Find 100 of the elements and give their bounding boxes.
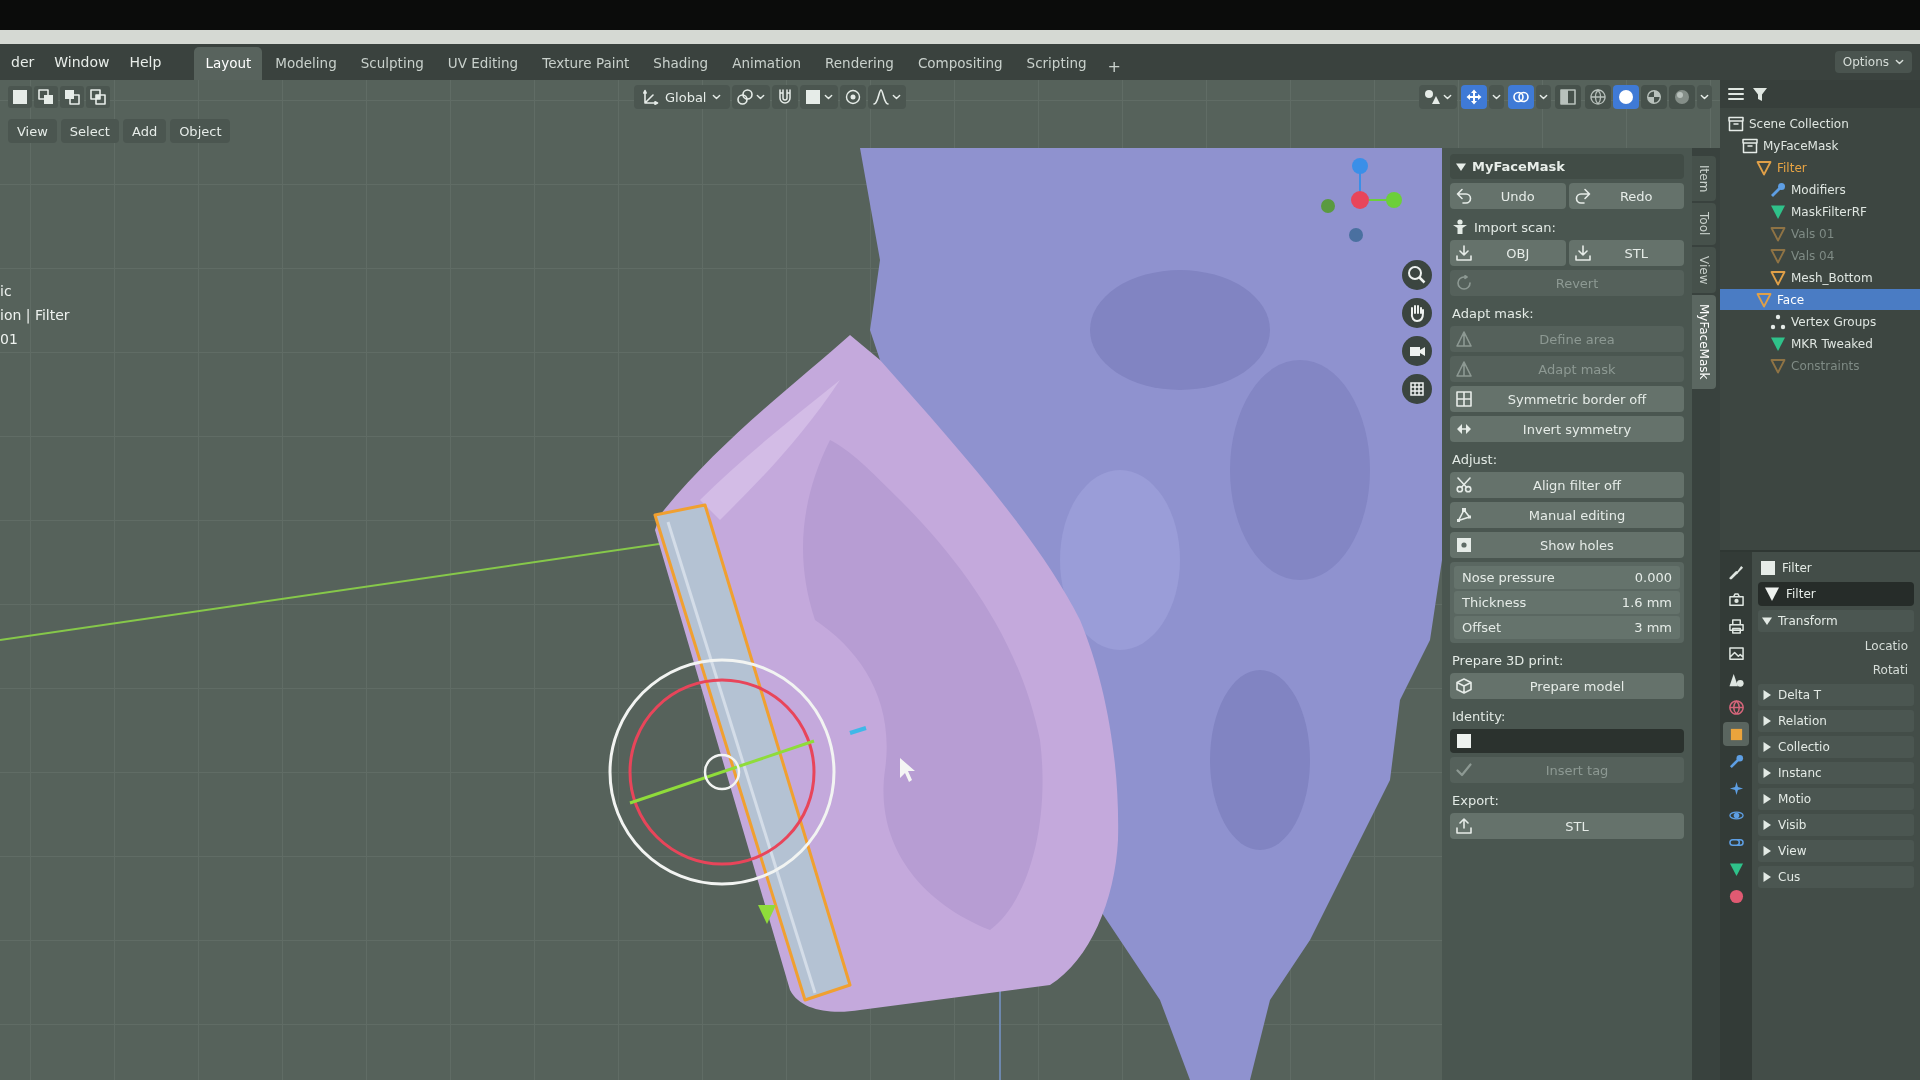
panel-header[interactable]: MyFaceMask [1450, 154, 1684, 179]
funnel-icon[interactable] [1752, 86, 1768, 102]
workspace-tab[interactable]: Modeling [264, 47, 348, 80]
panel-header[interactable]: Collectio [1758, 736, 1914, 758]
panel-header[interactable]: Motio [1758, 788, 1914, 810]
panel-button[interactable]: STL [1450, 813, 1684, 839]
overlay-toggle[interactable] [1508, 85, 1534, 109]
workspace-tab[interactable]: Scripting [1015, 47, 1098, 80]
outliner-item[interactable]: MKR Tweaked [1770, 333, 1879, 354]
disclosure-triangle-icon[interactable] [1762, 872, 1772, 882]
panel-button[interactable]: Show holes [1450, 532, 1684, 558]
panel-button[interactable]: Align filter off [1450, 472, 1684, 498]
panel-header[interactable]: Instanc [1758, 762, 1914, 784]
pivot-dropdown[interactable] [732, 85, 771, 109]
workspace-tab[interactable]: Rendering [814, 47, 905, 80]
disclosure-triangle-icon[interactable] [1762, 716, 1772, 726]
wrench-icon [1770, 181, 1786, 198]
visibility-dropdown[interactable] [1419, 85, 1457, 109]
outliner-item[interactable]: Vertex Groups [1770, 311, 1883, 332]
sidebar-tab[interactable]: Tool [1692, 203, 1716, 245]
disclosure-triangle-icon[interactable] [1762, 690, 1772, 700]
orientation-dropdown[interactable]: Global [634, 85, 731, 109]
shading-mode-button[interactable] [1585, 85, 1611, 109]
outliner-item[interactable]: MyFaceMask [1742, 135, 1845, 156]
workspace-tab[interactable]: Animation [721, 47, 812, 80]
panel-header[interactable]: View [1758, 840, 1914, 862]
panel-header[interactable]: Transform [1758, 610, 1914, 632]
outliner-item[interactable]: Mesh_Bottom [1770, 267, 1879, 288]
workspace-tab[interactable]: Compositing [906, 47, 1014, 80]
disclosure-triangle-icon[interactable] [1762, 616, 1772, 626]
rotate-gizmo[interactable] [608, 658, 836, 886]
squares-icon[interactable] [60, 86, 84, 108]
panel-button[interactable]: Manual editing [1450, 502, 1684, 528]
options-dropdown[interactable]: Options [1834, 51, 1912, 73]
disclosure-triangle-icon[interactable] [1762, 742, 1772, 752]
snap-toggle[interactable] [772, 85, 799, 109]
filter-model[interactable] [653, 503, 852, 1002]
sidebar-tab[interactable]: View [1692, 246, 1716, 294]
outliner-item[interactable]: Filter [1756, 157, 1813, 178]
panel-button[interactable]: STL [1568, 240, 1684, 266]
disclosure-triangle-icon[interactable] [1762, 794, 1772, 804]
panel-header[interactable]: Relation [1758, 710, 1914, 732]
camera-icon[interactable] [1402, 336, 1432, 366]
panel-button[interactable]: Symmetric border off [1450, 386, 1684, 412]
disclosure-triangle-icon[interactable] [1762, 820, 1772, 830]
proportional-edit-toggle[interactable] [840, 85, 867, 109]
overlay-toggle[interactable] [1461, 85, 1487, 109]
shading-mode-button[interactable] [1669, 85, 1695, 109]
header-menu[interactable]: View [8, 119, 57, 143]
shading-mode-button[interactable] [1641, 85, 1667, 109]
text-field[interactable] [1450, 729, 1684, 753]
number-field[interactable]: Nose pressure 0.000 [1454, 566, 1680, 589]
workspace-tab[interactable]: Layout [194, 47, 263, 80]
list-icon[interactable] [1728, 86, 1744, 102]
disclosure-triangle-icon[interactable] [1762, 846, 1772, 856]
panel-button[interactable]: OBJ [1450, 240, 1566, 266]
menu-item[interactable]: der [2, 50, 44, 74]
panel-header[interactable]: Cus [1758, 866, 1914, 888]
outliner-item[interactable]: Scene Collection [1728, 113, 1855, 134]
dropdown-button[interactable] [1536, 85, 1551, 109]
snap-element-dropdown[interactable] [800, 85, 839, 109]
outliner-item[interactable]: Face [1720, 289, 1920, 310]
disclosure-triangle-icon[interactable] [1762, 768, 1772, 778]
disclosure-triangle-icon[interactable] [1456, 161, 1466, 172]
header-menu[interactable]: Add [122, 119, 167, 143]
outliner-item[interactable]: MaskFilterRF [1770, 201, 1873, 222]
workspace-tab[interactable]: UV Editing [436, 47, 530, 80]
dropdown-button[interactable] [1697, 85, 1712, 109]
panel-button[interactable]: Redo [1568, 183, 1684, 209]
add-workspace-button[interactable]: + [1099, 53, 1129, 80]
squares-icon[interactable] [8, 86, 32, 108]
header-menu[interactable]: Object [170, 119, 231, 143]
outliner-item[interactable]: Modifiers [1770, 179, 1852, 200]
number-field[interactable]: Thickness 1.6 mm [1454, 591, 1680, 614]
menu-item[interactable]: Window [45, 50, 119, 74]
sidebar-tab[interactable]: Item [1692, 156, 1716, 202]
grid-icon[interactable] [1402, 374, 1432, 404]
squares-icon[interactable] [34, 86, 58, 108]
panel-button[interactable]: Prepare model [1450, 673, 1684, 699]
triangle-icon [1756, 291, 1772, 308]
workspace-tab[interactable]: Sculpting [349, 47, 435, 80]
hand-icon[interactable] [1402, 298, 1432, 328]
overlay-toggle[interactable] [1555, 85, 1581, 109]
workspace-tab[interactable]: Shading [642, 47, 720, 80]
number-field[interactable]: Offset 3 mm [1454, 616, 1680, 639]
panel-button[interactable]: Invert symmetry [1450, 416, 1684, 442]
workspace-tab[interactable]: Texture Paint [531, 47, 641, 80]
dropdown-button[interactable] [1489, 85, 1504, 109]
header-menu[interactable]: Select [60, 119, 119, 143]
magnifier-icon[interactable] [1402, 260, 1432, 290]
panel-header[interactable]: Delta T [1758, 684, 1914, 706]
panel-header[interactable]: Visib [1758, 814, 1914, 836]
sidebar-tab[interactable]: MyFaceMask [1692, 295, 1716, 389]
shading-mode-button[interactable] [1613, 85, 1639, 109]
triangle-marker[interactable] [758, 905, 776, 924]
falloff-dropdown[interactable] [868, 85, 907, 109]
panel-button[interactable]: Undo [1450, 183, 1566, 209]
name-field[interactable]: Filter [1758, 582, 1914, 606]
menu-item[interactable]: Help [120, 50, 171, 74]
squares-icon[interactable] [86, 86, 110, 108]
